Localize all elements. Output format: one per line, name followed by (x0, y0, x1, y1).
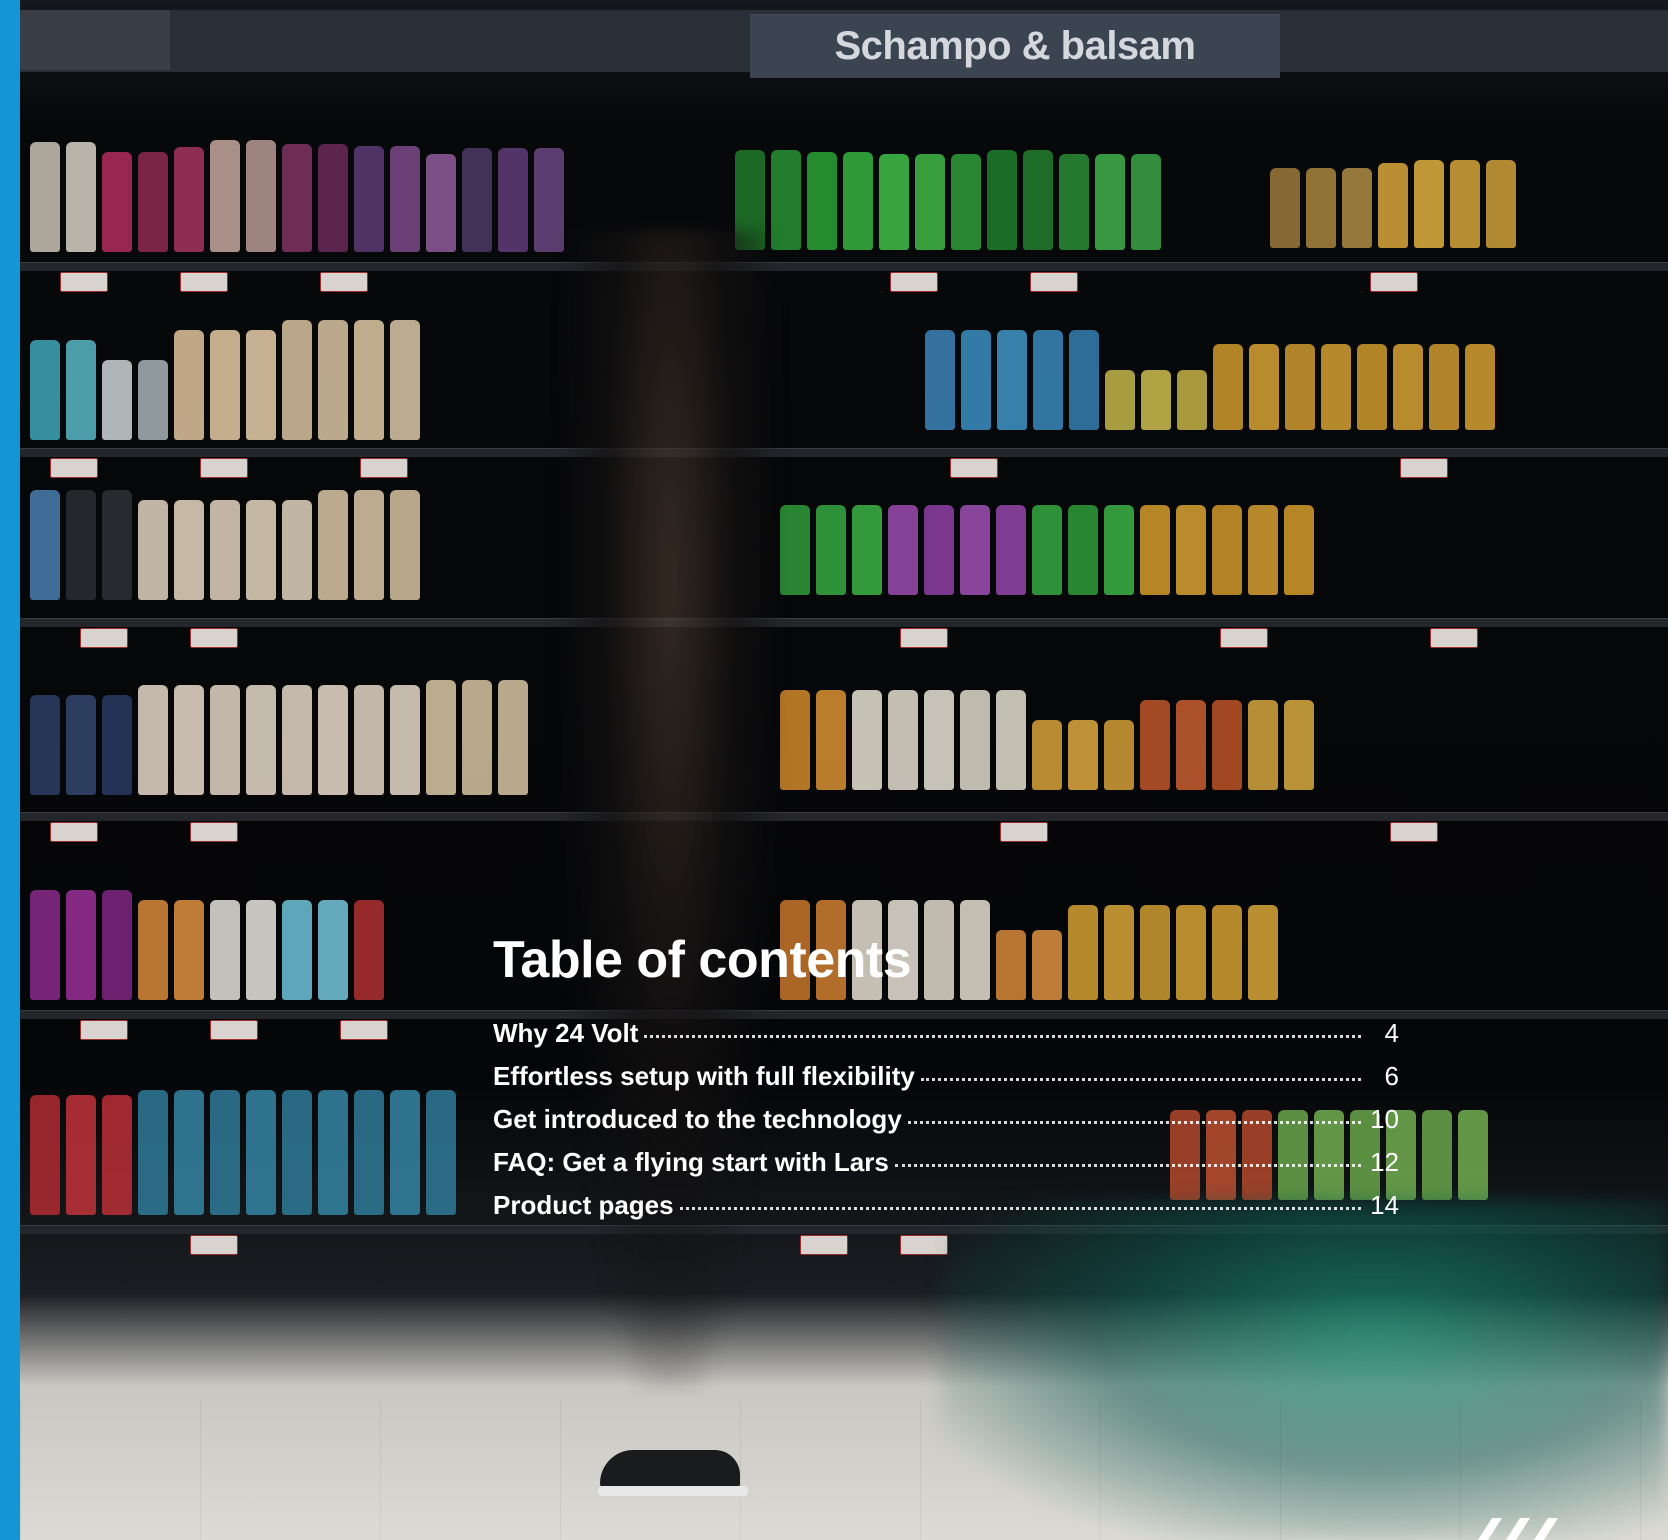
price-tag (50, 458, 98, 478)
toc-title: Table of contents (493, 931, 912, 989)
price-tag (1400, 458, 1448, 478)
toc-entry[interactable]: Why 24 Volt 4 (493, 1018, 1399, 1061)
toc-entry-label: Get introduced to the technology (493, 1104, 902, 1134)
price-tag (360, 458, 408, 478)
price-tag (900, 628, 948, 648)
product-row (30, 320, 420, 440)
price-tag (80, 628, 128, 648)
price-tag (80, 1020, 128, 1040)
shelf (20, 262, 1668, 271)
price-tag (1220, 628, 1268, 648)
price-tag (210, 1020, 258, 1040)
toc-entry[interactable]: Effortless setup with full flexibility 6 (493, 1061, 1399, 1104)
store-aisle-photo: Schampo & balsam (20, 0, 1668, 1540)
toc-page: Schampo & balsam Table of contents Why 2… (0, 0, 1668, 1540)
toc-entry-page: 6 (1384, 1061, 1399, 1091)
price-tag (1390, 822, 1438, 842)
price-tag (190, 822, 238, 842)
price-tag (60, 272, 108, 292)
product-row (30, 890, 384, 1000)
price-tag (340, 1020, 388, 1040)
brand-logo-icon (1478, 1518, 1558, 1540)
shelf (20, 618, 1668, 627)
toc-entry[interactable]: FAQ: Get a flying start with Lars 12 (493, 1147, 1399, 1190)
price-tag (190, 1235, 238, 1255)
product-row (1270, 160, 1516, 248)
price-tag (200, 458, 248, 478)
toc-dot-leader (644, 1035, 1361, 1038)
product-row (30, 680, 528, 795)
toc-entry-label: FAQ: Get a flying start with Lars (493, 1147, 889, 1177)
price-tag (1030, 272, 1078, 292)
product-row (780, 505, 1314, 595)
product-row (30, 1090, 456, 1215)
toc-entry[interactable]: Product pages 14 (493, 1190, 1399, 1233)
toc-entry-page: 10 (1370, 1104, 1399, 1134)
product-row (735, 150, 1161, 250)
table-of-contents: Table of contents Why 24 Volt 4 Effortless… (493, 930, 1399, 1233)
toc-dot-leader (907, 1121, 1361, 1124)
price-tag (1000, 822, 1048, 842)
sign-bar-left (20, 10, 170, 70)
aisle-sign: Schampo & balsam (750, 14, 1280, 78)
toc-dot-leader (920, 1078, 1361, 1081)
toc-list: Why 24 Volt 4 Effortless setup with full f… (493, 1018, 1399, 1233)
product-row (925, 330, 1495, 430)
price-tag (890, 272, 938, 292)
toc-entry-page: 4 (1384, 1018, 1399, 1048)
price-tag (50, 822, 98, 842)
toc-entry-page: 14 (1370, 1190, 1399, 1220)
shoe (600, 1450, 740, 1490)
price-tag (320, 272, 368, 292)
blue-edge-strip (0, 0, 20, 1540)
floor-tiles (20, 1400, 1668, 1540)
price-tag (180, 272, 228, 292)
toc-entry-page: 12 (1370, 1147, 1399, 1177)
shelf (20, 812, 1668, 821)
price-tag (1370, 272, 1418, 292)
price-tag (950, 458, 998, 478)
product-row (780, 690, 1314, 790)
toc-dot-leader (894, 1164, 1361, 1167)
toc-entry-label: Why 24 Volt (493, 1018, 639, 1048)
product-row (30, 490, 420, 600)
toc-entry-label: Effortless setup with full flexibility (493, 1061, 915, 1091)
price-tag (800, 1235, 848, 1255)
product-row (30, 140, 564, 252)
shelf (20, 448, 1668, 457)
shoe-sole (598, 1486, 748, 1496)
price-tag (190, 628, 238, 648)
price-tag (1430, 628, 1478, 648)
toc-entry-label: Product pages (493, 1190, 674, 1220)
toc-entry[interactable]: Get introduced to the technology 10 (493, 1104, 1399, 1147)
toc-dot-leader (679, 1207, 1361, 1210)
